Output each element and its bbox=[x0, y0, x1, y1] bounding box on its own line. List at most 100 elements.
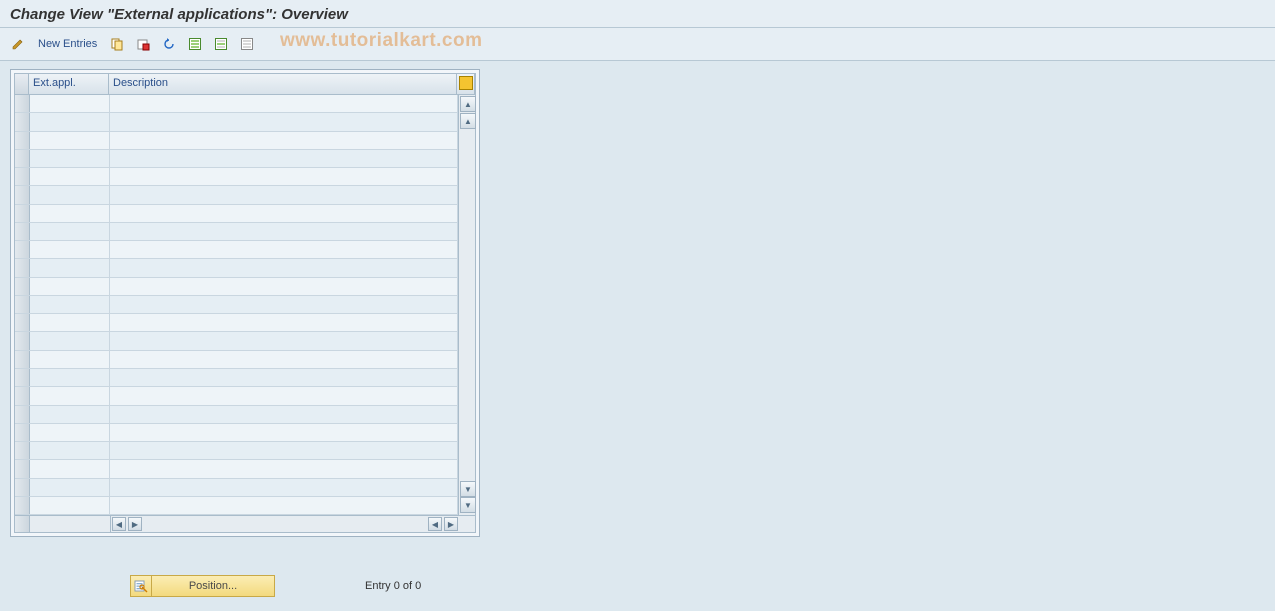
cell-ext-appl[interactable] bbox=[30, 186, 110, 203]
row-selector[interactable] bbox=[15, 351, 30, 368]
scroll-down-icon[interactable]: ▼ bbox=[460, 497, 476, 513]
cell-description[interactable] bbox=[110, 332, 458, 349]
cell-ext-appl[interactable] bbox=[30, 332, 110, 349]
row-selector[interactable] bbox=[15, 150, 30, 167]
row-selector[interactable] bbox=[15, 460, 30, 477]
cell-description[interactable] bbox=[110, 406, 458, 423]
cell-ext-appl[interactable] bbox=[30, 479, 110, 496]
cell-ext-appl[interactable] bbox=[30, 369, 110, 386]
cell-description[interactable] bbox=[110, 278, 458, 295]
cell-ext-appl[interactable] bbox=[30, 442, 110, 459]
table-row[interactable] bbox=[15, 369, 458, 387]
new-entries-button[interactable]: New Entries bbox=[34, 38, 101, 50]
row-selector[interactable] bbox=[15, 278, 30, 295]
table-row[interactable] bbox=[15, 497, 458, 515]
cell-description[interactable] bbox=[110, 442, 458, 459]
table-row[interactable] bbox=[15, 424, 458, 442]
cell-description[interactable] bbox=[110, 241, 458, 258]
cell-description[interactable] bbox=[110, 460, 458, 477]
cell-description[interactable] bbox=[110, 369, 458, 386]
table-row[interactable] bbox=[15, 442, 458, 460]
table-row[interactable] bbox=[15, 479, 458, 497]
toggle-change-icon[interactable] bbox=[8, 34, 28, 54]
undo-change-icon[interactable] bbox=[159, 34, 179, 54]
row-selector[interactable] bbox=[15, 205, 30, 222]
cell-ext-appl[interactable] bbox=[30, 150, 110, 167]
row-selector[interactable] bbox=[15, 424, 30, 441]
table-row[interactable] bbox=[15, 132, 458, 150]
row-selector[interactable] bbox=[15, 332, 30, 349]
cell-ext-appl[interactable] bbox=[30, 241, 110, 258]
copy-as-icon[interactable] bbox=[107, 34, 127, 54]
row-selector[interactable] bbox=[15, 387, 30, 404]
cell-ext-appl[interactable] bbox=[30, 132, 110, 149]
row-selector[interactable] bbox=[15, 442, 30, 459]
cell-ext-appl[interactable] bbox=[30, 205, 110, 222]
row-selector[interactable] bbox=[15, 223, 30, 240]
cell-description[interactable] bbox=[110, 113, 458, 130]
cell-description[interactable] bbox=[110, 497, 458, 514]
scroll-down2-icon[interactable]: ▼ bbox=[460, 481, 476, 497]
cell-ext-appl[interactable] bbox=[30, 223, 110, 240]
cell-description[interactable] bbox=[110, 479, 458, 496]
cell-ext-appl[interactable] bbox=[30, 460, 110, 477]
column-header-description[interactable]: Description bbox=[109, 74, 457, 94]
cell-description[interactable] bbox=[110, 387, 458, 404]
cell-ext-appl[interactable] bbox=[30, 424, 110, 441]
scroll-left2-icon[interactable]: ◀ bbox=[428, 517, 442, 531]
cell-description[interactable] bbox=[110, 424, 458, 441]
position-button[interactable]: Position... bbox=[130, 575, 275, 597]
row-selector[interactable] bbox=[15, 113, 30, 130]
table-row[interactable] bbox=[15, 351, 458, 369]
cell-description[interactable] bbox=[110, 259, 458, 276]
column-header-ext-appl[interactable]: Ext.appl. bbox=[29, 74, 109, 94]
table-row[interactable] bbox=[15, 259, 458, 277]
table-row[interactable] bbox=[15, 95, 458, 113]
cell-description[interactable] bbox=[110, 296, 458, 313]
table-row[interactable] bbox=[15, 205, 458, 223]
cell-ext-appl[interactable] bbox=[30, 296, 110, 313]
table-row[interactable] bbox=[15, 387, 458, 405]
cell-description[interactable] bbox=[110, 205, 458, 222]
table-row[interactable] bbox=[15, 150, 458, 168]
scroll-left-icon[interactable]: ◀ bbox=[112, 517, 126, 531]
configure-columns-button[interactable] bbox=[457, 74, 475, 94]
cell-description[interactable] bbox=[110, 314, 458, 331]
deselect-all-icon[interactable] bbox=[237, 34, 257, 54]
cell-ext-appl[interactable] bbox=[30, 314, 110, 331]
table-row[interactable] bbox=[15, 223, 458, 241]
row-selector[interactable] bbox=[15, 241, 30, 258]
table-row[interactable] bbox=[15, 460, 458, 478]
cell-ext-appl[interactable] bbox=[30, 406, 110, 423]
table-row[interactable] bbox=[15, 296, 458, 314]
cell-description[interactable] bbox=[110, 351, 458, 368]
row-selector[interactable] bbox=[15, 369, 30, 386]
row-selector[interactable] bbox=[15, 479, 30, 496]
cell-description[interactable] bbox=[110, 150, 458, 167]
table-row[interactable] bbox=[15, 186, 458, 204]
vertical-scrollbar[interactable]: ▲ ▲ ▼ ▼ bbox=[458, 95, 475, 515]
select-all-icon[interactable] bbox=[185, 34, 205, 54]
row-selector[interactable] bbox=[15, 259, 30, 276]
cell-ext-appl[interactable] bbox=[30, 351, 110, 368]
scroll-up-icon[interactable]: ▲ bbox=[460, 96, 476, 112]
cell-description[interactable] bbox=[110, 223, 458, 240]
cell-ext-appl[interactable] bbox=[30, 387, 110, 404]
row-selector[interactable] bbox=[15, 497, 30, 514]
cell-ext-appl[interactable] bbox=[30, 95, 110, 112]
row-selector[interactable] bbox=[15, 314, 30, 331]
horizontal-scrollbar[interactable]: ◀ ▶ ◀ ▶ bbox=[15, 515, 475, 532]
table-row[interactable] bbox=[15, 168, 458, 186]
cell-ext-appl[interactable] bbox=[30, 168, 110, 185]
table-row[interactable] bbox=[15, 278, 458, 296]
scroll-up2-icon[interactable]: ▲ bbox=[460, 113, 476, 129]
select-all-column-header[interactable] bbox=[15, 74, 29, 94]
row-selector[interactable] bbox=[15, 95, 30, 112]
row-selector[interactable] bbox=[15, 296, 30, 313]
table-row[interactable] bbox=[15, 241, 458, 259]
select-block-icon[interactable] bbox=[211, 34, 231, 54]
table-row[interactable] bbox=[15, 314, 458, 332]
cell-description[interactable] bbox=[110, 132, 458, 149]
cell-ext-appl[interactable] bbox=[30, 259, 110, 276]
cell-ext-appl[interactable] bbox=[30, 278, 110, 295]
